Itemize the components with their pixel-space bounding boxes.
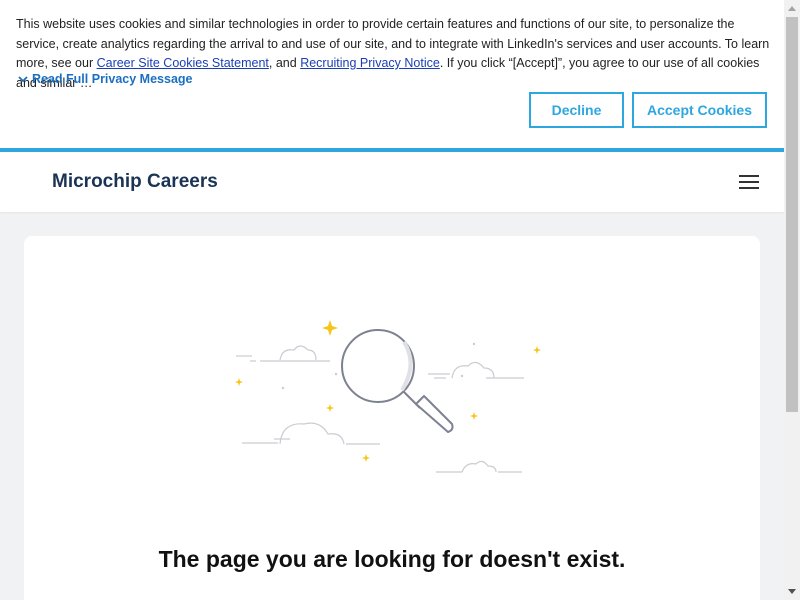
read-full-label: Read Full Privacy Message [32, 72, 193, 86]
error-title: The page you are looking for doesn't exi… [158, 546, 626, 572]
scroll-up-icon[interactable] [784, 0, 800, 16]
magnifying-glass-icon [235, 320, 541, 473]
page: This website uses cookies and similar te… [0, 0, 800, 600]
scrollbar[interactable] [784, 0, 800, 600]
accept-cookies-button[interactable]: Accept Cookies [632, 92, 767, 128]
read-full-privacy-toggle[interactable]: Read Full Privacy Message [18, 72, 193, 86]
cookie-text-part2: , and [268, 56, 301, 70]
decline-button[interactable]: Decline [529, 92, 624, 128]
hamburger-menu-icon[interactable] [737, 171, 761, 193]
cookies-statement-link[interactable]: Career Site Cookies Statement [97, 56, 269, 70]
site-header: Microchip Careers [0, 152, 784, 212]
content-card: The page you are looking for doesn't exi… [24, 236, 760, 600]
privacy-notice-link[interactable]: Recruiting Privacy Notice [300, 56, 440, 70]
cookie-banner: This website uses cookies and similar te… [0, 0, 784, 152]
chevron-down-icon [18, 76, 28, 83]
brand-title[interactable]: Microchip Careers [52, 171, 218, 193]
scroll-down-icon[interactable] [784, 584, 800, 600]
scroll-thumb[interactable] [786, 17, 798, 412]
